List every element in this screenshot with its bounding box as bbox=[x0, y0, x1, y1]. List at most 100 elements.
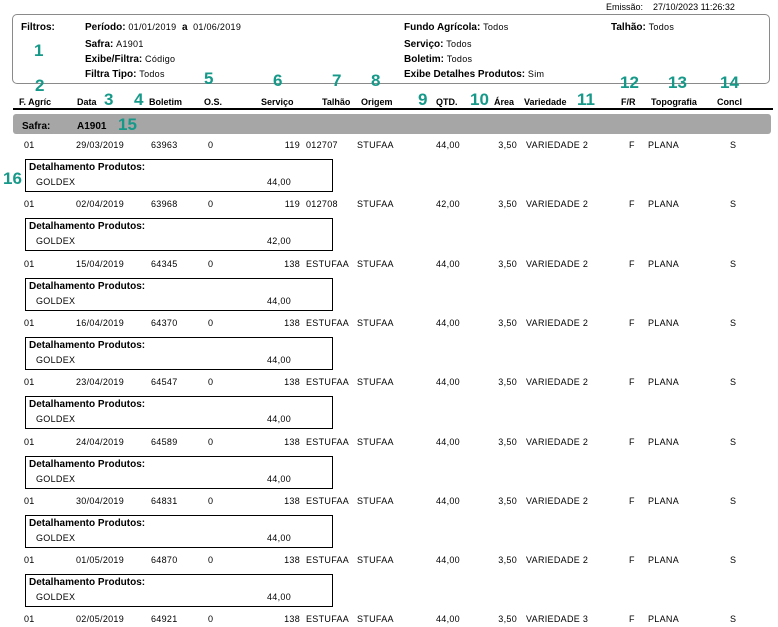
filter-tipo: Filtra Tipo: Todos bbox=[85, 69, 165, 80]
cell-topografia: PLANA bbox=[648, 377, 680, 387]
detail-title: Detalhamento Produtos: bbox=[29, 162, 146, 173]
cell-area: 3,50 bbox=[498, 140, 517, 150]
cell-topografia: PLANA bbox=[648, 437, 680, 447]
cell-fr: F bbox=[629, 496, 635, 506]
cell-topografia: PLANA bbox=[648, 259, 680, 269]
product-detail-box: Detalhamento Produtos: GOLDEX 42,00 bbox=[25, 218, 333, 251]
cell-qtd: 44,00 bbox=[435, 259, 460, 269]
cell-concl: S bbox=[730, 140, 737, 150]
fundo-label: Fundo Agrícola: bbox=[404, 22, 481, 33]
talhao-filter-label: Talhão: bbox=[611, 22, 646, 33]
detail-product-qty: 44,00 bbox=[267, 177, 292, 187]
cell-qtd: 44,00 bbox=[435, 614, 460, 624]
product-detail-box: Detalhamento Produtos: GOLDEX 44,00 bbox=[25, 337, 333, 370]
cell-servico: 138 bbox=[284, 318, 300, 328]
filter-safra: Safra: A1901 bbox=[85, 39, 144, 50]
detalhes-label: Exibe Detalhes Produtos: bbox=[404, 69, 526, 80]
cell-variedade: VARIEDADE 2 bbox=[526, 496, 589, 506]
detail-product-name: GOLDEX bbox=[36, 414, 76, 424]
cell-fagric: 01 bbox=[24, 437, 35, 447]
cell-talhao: ESTUFAA bbox=[306, 377, 350, 387]
filter-fundo: Fundo Agrícola: Todos bbox=[404, 22, 509, 33]
emission-label: Emissão: bbox=[606, 2, 644, 12]
col-servico: Serviço bbox=[261, 97, 294, 107]
cell-topografia: PLANA bbox=[648, 496, 680, 506]
col-origem: Origem bbox=[361, 97, 393, 107]
cell-servico: 138 bbox=[284, 377, 300, 387]
cell-concl: S bbox=[730, 318, 737, 328]
product-detail-box: Detalhamento Produtos: GOLDEX 44,00 bbox=[25, 278, 333, 311]
callout-6: 6 bbox=[273, 71, 283, 90]
cell-talhao: ESTUFAA bbox=[306, 318, 350, 328]
cell-data: 16/04/2019 bbox=[76, 318, 125, 328]
col-os: O.S. bbox=[204, 97, 223, 107]
servico-label: Serviço: bbox=[404, 39, 444, 50]
product-detail-box: Detalhamento Produtos: GOLDEX 44,00 bbox=[25, 159, 333, 192]
callout-2: 2 bbox=[35, 76, 45, 95]
cell-qtd: 44,00 bbox=[435, 555, 460, 565]
cell-os: 0 bbox=[208, 259, 214, 269]
talhao-filter-value: Todos bbox=[648, 22, 675, 32]
cell-origem: STUFAA bbox=[357, 437, 394, 447]
fundo-value: Todos bbox=[483, 22, 509, 32]
col-concl: Concl bbox=[717, 97, 743, 107]
detail-title: Detalhamento Produtos: bbox=[29, 577, 146, 588]
col-data: Data bbox=[77, 97, 97, 107]
emission-stamp: Emissão: 27/10/2023 11:26:32 bbox=[606, 2, 735, 12]
cell-os: 0 bbox=[208, 614, 214, 624]
callout-9: 9 bbox=[418, 90, 428, 109]
cell-qtd: 44,00 bbox=[435, 496, 460, 506]
cell-boletim: 63968 bbox=[151, 199, 178, 209]
product-detail-box: Detalhamento Produtos: GOLDEX 44,00 bbox=[25, 456, 333, 489]
detail-product-name: GOLDEX bbox=[36, 533, 76, 543]
callout-16: 16 bbox=[3, 169, 22, 188]
cell-qtd: 44,00 bbox=[435, 437, 460, 447]
cell-qtd: 44,00 bbox=[435, 377, 460, 387]
cell-concl: S bbox=[730, 437, 737, 447]
cell-concl: S bbox=[730, 199, 737, 209]
cell-fr: F bbox=[629, 614, 635, 624]
callout-5: 5 bbox=[204, 69, 214, 88]
cell-servico: 119 bbox=[284, 140, 300, 150]
cell-variedade: VARIEDADE 2 bbox=[526, 259, 589, 269]
cell-talhao: 012708 bbox=[306, 199, 338, 209]
cell-os: 0 bbox=[208, 555, 214, 565]
cell-boletim: 64345 bbox=[151, 259, 178, 269]
cell-origem: STUFAA bbox=[357, 555, 394, 565]
callout-11: 11 bbox=[577, 90, 595, 109]
cell-origem: STUFAA bbox=[357, 199, 394, 209]
cell-concl: S bbox=[730, 259, 737, 269]
callout-14: 14 bbox=[720, 73, 739, 92]
filter-boletim: Boletim: Todos bbox=[404, 54, 472, 65]
cell-origem: STUFAA bbox=[357, 140, 394, 150]
safra-group-value: A1901 bbox=[77, 121, 107, 132]
cell-qtd: 44,00 bbox=[435, 140, 460, 150]
cell-variedade: VARIEDADE 2 bbox=[526, 437, 589, 447]
boletim-value: Todos bbox=[446, 54, 473, 64]
cell-data: 24/04/2019 bbox=[76, 437, 125, 447]
emission-value: 27/10/2023 11:26:32 bbox=[653, 2, 735, 12]
cell-area: 3,50 bbox=[498, 259, 517, 269]
cell-os: 0 bbox=[208, 377, 214, 387]
detail-title: Detalhamento Produtos: bbox=[29, 281, 146, 292]
cell-area: 3,50 bbox=[498, 555, 517, 565]
detail-product-qty: 44,00 bbox=[267, 296, 292, 306]
cell-talhao: ESTUFAA bbox=[306, 496, 350, 506]
callout-15: 15 bbox=[118, 115, 137, 134]
filter-exibe: Exibe/Filtra: Código bbox=[85, 54, 175, 65]
safra-group-label: Safra: bbox=[22, 121, 51, 132]
cell-concl: S bbox=[730, 614, 737, 624]
filter-detalhes: Exibe Detalhes Produtos: Sim bbox=[404, 69, 544, 80]
detail-product-qty: 44,00 bbox=[267, 533, 292, 543]
periodo-start: 01/01/2019 bbox=[128, 22, 177, 32]
exibe-label: Exibe/Filtra: bbox=[85, 54, 143, 65]
cell-concl: S bbox=[730, 377, 737, 387]
cell-qtd: 44,00 bbox=[435, 318, 460, 328]
product-detail-box: Detalhamento Produtos: GOLDEX 44,00 bbox=[25, 515, 333, 548]
safra-filter-label: Safra: bbox=[85, 39, 114, 50]
product-detail-box: Detalhamento Produtos: GOLDEX 44,00 bbox=[25, 574, 333, 607]
cell-fr: F bbox=[629, 377, 635, 387]
cell-servico: 138 bbox=[284, 259, 300, 269]
cell-fagric: 01 bbox=[24, 199, 35, 209]
detail-product-name: GOLDEX bbox=[36, 355, 76, 365]
